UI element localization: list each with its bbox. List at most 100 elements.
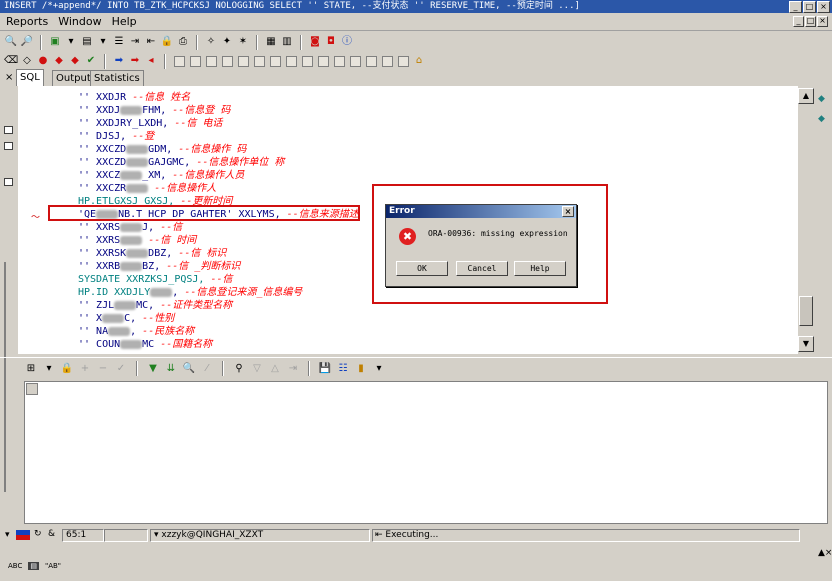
fold-marker[interactable] [4, 142, 13, 150]
ime-mode-label[interactable]: ABC [8, 562, 22, 570]
print-icon[interactable]: ⎙ [176, 35, 190, 49]
tile-icon[interactable]: ▦ [264, 35, 278, 49]
arrow-up-icon[interactable]: ◆ [818, 94, 825, 104]
results-grid[interactable] [24, 381, 828, 524]
toolbar-disabled-3-icon[interactable] [204, 54, 218, 68]
break-icon[interactable]: ◆ [52, 54, 66, 68]
mdi-close-button[interactable]: × [817, 16, 828, 27]
grid-corner-cell[interactable] [26, 383, 38, 395]
save-icon[interactable]: 💾 [318, 362, 332, 376]
menu-help[interactable]: Help [112, 15, 137, 28]
wand-third-icon[interactable]: ✶ [236, 35, 250, 49]
find-icon[interactable]: 🔍 [182, 362, 196, 376]
check-icon[interactable]: ✔ [84, 54, 98, 68]
toolbar-disabled-9-icon[interactable] [300, 54, 314, 68]
status-toggle-icon[interactable]: ▾ [2, 529, 12, 543]
export-icon[interactable]: ☷ [336, 362, 350, 376]
properties-icon[interactable]: ☰ [112, 35, 126, 49]
fold-marker[interactable] [4, 178, 13, 186]
close-button[interactable]: × [817, 1, 830, 13]
open-dropdown-icon[interactable]: ▾ [96, 35, 110, 49]
chart-dropdown-icon[interactable]: ▾ [372, 362, 386, 376]
binoculars-icon[interactable]: 🔍 [4, 35, 18, 49]
diamond-icon[interactable]: ◇ [20, 54, 34, 68]
tab-sql[interactable]: SQL [16, 69, 44, 87]
new-dropdown-icon[interactable]: ▾ [64, 35, 78, 49]
wand-icon[interactable]: ✧ [204, 35, 218, 49]
toolbar-disabled-13-icon[interactable] [364, 54, 378, 68]
execute-icon[interactable]: ● [36, 54, 50, 68]
tab-output[interactable]: Output [52, 70, 95, 86]
outdent-icon[interactable]: ⇤ [144, 35, 158, 49]
filter-icon[interactable]: ▽ [250, 362, 264, 376]
new-window-icon[interactable]: ▣ [48, 35, 62, 49]
mdi-restore-button[interactable]: □ [805, 16, 816, 27]
toolbar-disabled-8-icon[interactable] [284, 54, 298, 68]
grid-view-icon[interactable]: ⊞ [24, 362, 38, 376]
ime-keyboard-icon[interactable]: ▤ [28, 562, 39, 570]
toolbar-disabled-5-icon[interactable] [236, 54, 250, 68]
post-icon[interactable]: ✓ [114, 362, 128, 376]
lock-icon[interactable]: 🔒 [60, 362, 74, 376]
cancel-button[interactable]: Cancel [456, 261, 508, 276]
scroll-down-icon[interactable]: ▼ [798, 336, 814, 352]
record-nav-icon[interactable]: ⇥ [286, 362, 300, 376]
menu-window[interactable]: Window [58, 15, 101, 28]
code-comment: --信 标识 [178, 248, 227, 259]
toolbar-disabled-11-icon[interactable] [332, 54, 346, 68]
query-by-example-icon[interactable]: ⚲ [232, 362, 246, 376]
eraser-icon[interactable]: ⌫ [4, 54, 18, 68]
open-icon[interactable]: ▤ [80, 35, 94, 49]
arrow-down-icon[interactable]: ◆ [818, 114, 825, 124]
step-out-icon[interactable]: ◂ [144, 54, 158, 68]
connection-field[interactable]: ▾ xzzyk@QINGHAI_XZXT [150, 529, 370, 542]
clear-icon[interactable]: ⁄ [200, 362, 214, 376]
minimize-button[interactable]: _ [789, 1, 802, 13]
ime-quote-label[interactable]: "AB" [45, 562, 61, 570]
code-comment: --信 [160, 222, 183, 233]
find-next-icon[interactable]: 🔎 [20, 35, 34, 49]
redacted-text [108, 326, 131, 336]
maximize-button[interactable]: □ [803, 1, 816, 13]
code-text: J, [142, 222, 155, 233]
step-into-icon[interactable]: ➡ [112, 54, 126, 68]
help-button[interactable]: Help [514, 261, 566, 276]
grid-icon[interactable]: ▥ [280, 35, 294, 49]
fetch-last-icon[interactable]: ⇊ [164, 362, 178, 376]
toolbar-disabled-15-icon[interactable] [396, 54, 410, 68]
run-icon[interactable]: ◆ [68, 54, 82, 68]
toolbar-disabled-2-icon[interactable] [188, 54, 202, 68]
step-over-icon[interactable]: ➡ [128, 54, 142, 68]
scroll-thumb[interactable] [799, 296, 813, 326]
lock-icon[interactable]: 🔒 [160, 35, 174, 49]
delete-row-icon[interactable]: − [96, 362, 110, 376]
scroll-up-icon[interactable]: ▲ [798, 88, 814, 104]
toolbar-disabled-6-icon[interactable] [252, 54, 266, 68]
toolbar-disabled-7-icon[interactable] [268, 54, 282, 68]
stop-icon[interactable]: ◙ [308, 35, 322, 49]
fold-marker[interactable] [4, 126, 13, 134]
dialog-close-button[interactable]: × [562, 206, 574, 217]
editor-scrollbar[interactable]: ▲ ▼ [798, 86, 814, 354]
debug-toolbar: ⌫ ◇ ● ◆ ◆ ✔ ➡ ➡ ◂ ⌂ [0, 51, 832, 71]
toolbar-disabled-1-icon[interactable] [172, 54, 186, 68]
toolbar-disabled-14-icon[interactable] [380, 54, 394, 68]
toolbar-disabled-12-icon[interactable] [348, 54, 362, 68]
wand-alt-icon[interactable]: ✦ [220, 35, 234, 49]
add-row-icon[interactable]: + [78, 362, 92, 376]
info-icon[interactable]: ⓘ [340, 35, 354, 49]
mdi-minimize-button[interactable]: _ [793, 16, 804, 27]
tab-statistics[interactable]: Statistics [90, 70, 144, 86]
toolbar-disabled-4-icon[interactable] [220, 54, 234, 68]
fetch-next-icon[interactable]: ▼ [146, 362, 160, 376]
chart-icon[interactable]: ▮ [354, 362, 368, 376]
triangle-icon[interactable]: △ [268, 362, 282, 376]
ok-button[interactable]: OK [396, 261, 448, 276]
grid-dropdown-icon[interactable]: ▾ [42, 362, 56, 376]
record-icon[interactable]: ◘ [324, 35, 338, 49]
menu-reports[interactable]: Reports [6, 15, 48, 28]
panel-close-icon[interactable]: ▲× [818, 548, 832, 558]
home-icon[interactable]: ⌂ [412, 54, 426, 68]
toolbar-disabled-10-icon[interactable] [316, 54, 330, 68]
indent-icon[interactable]: ⇥ [128, 35, 142, 49]
